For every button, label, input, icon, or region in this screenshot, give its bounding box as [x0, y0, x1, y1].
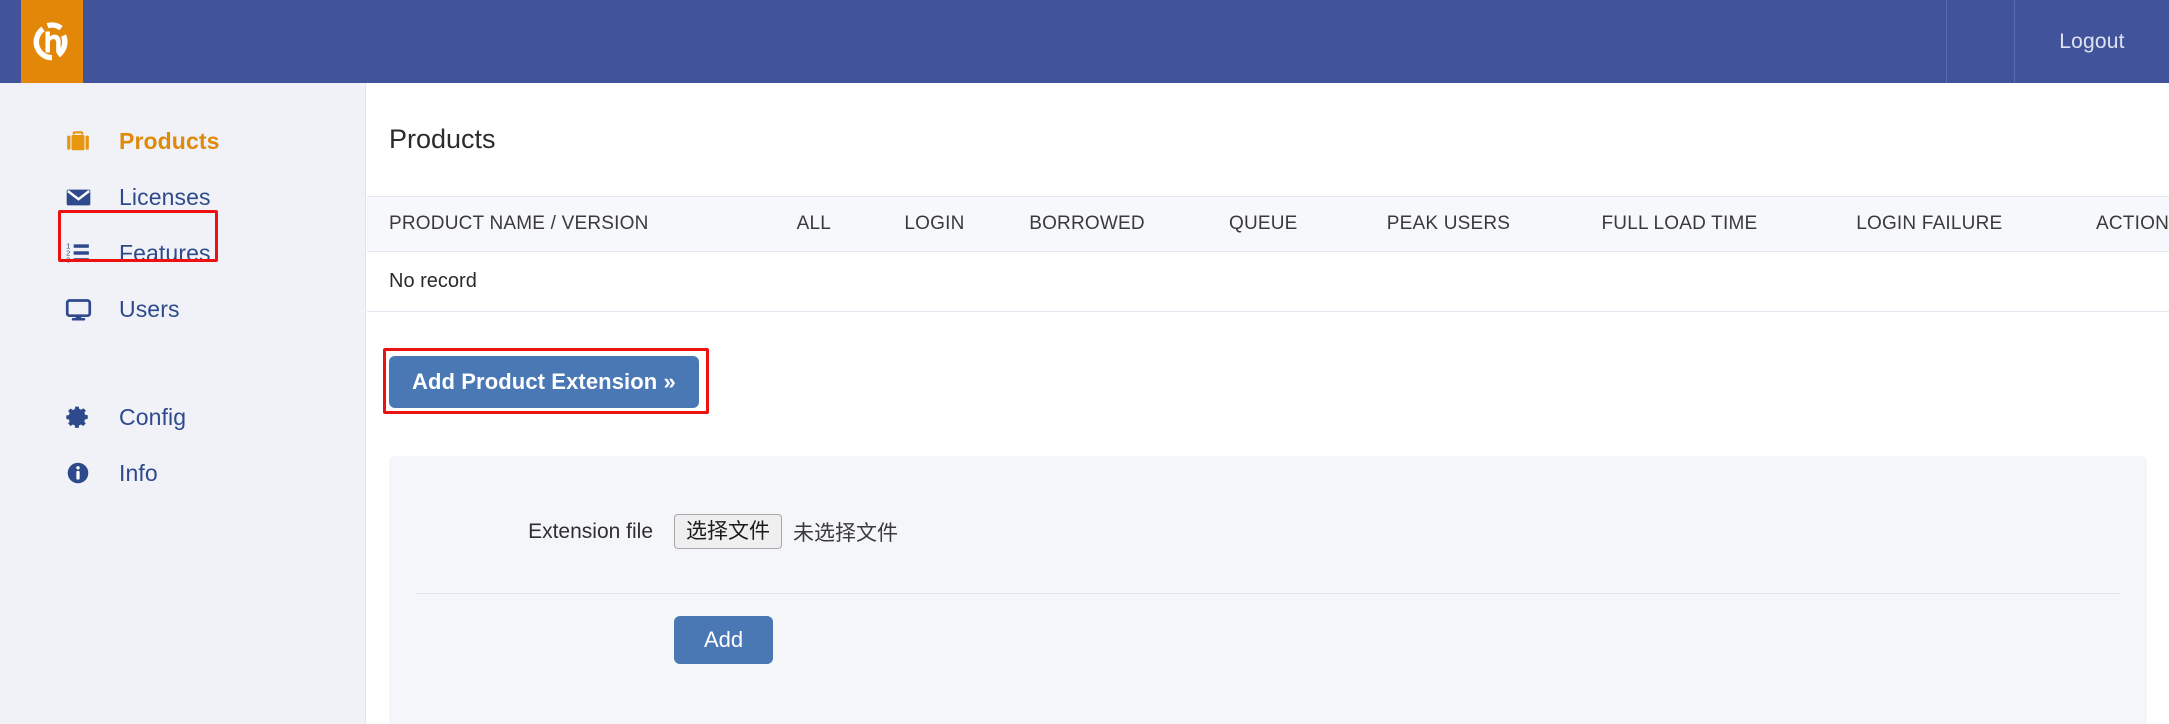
column-header-product-name[interactable]: PRODUCT NAME / VERSION: [367, 196, 797, 252]
panel-actions: Add: [389, 594, 2147, 665]
sidebar-item-label: Users: [119, 295, 180, 322]
svg-text:3: 3: [66, 256, 70, 265]
info-circle-icon: [63, 458, 93, 488]
top-bar-spacer-2: [1947, 0, 2014, 83]
sidebar-item-config[interactable]: Config: [0, 389, 365, 445]
products-table-body: No record: [367, 251, 2169, 312]
column-header-login[interactable]: LOGIN: [904, 196, 1030, 252]
logout-button[interactable]: Logout: [2015, 0, 2169, 83]
application-window: Logout Products Licenses 1 2 3 Features …: [0, 0, 2169, 724]
brand-logo-icon: [33, 21, 68, 60]
sidebar-item-licenses[interactable]: Licenses: [0, 169, 365, 225]
extension-upload-panel: Extension file 选择文件 未选择文件 Add: [389, 456, 2147, 724]
main-content: Products PRODUCT NAME / VERSION ALL LOGI…: [367, 83, 2169, 724]
sidebar-item-label: Features: [119, 239, 211, 266]
no-record-message: No record: [367, 251, 2169, 312]
sidebar-item-info[interactable]: Info: [0, 445, 365, 501]
extension-file-label: Extension file: [528, 519, 653, 543]
sidebar-item-label: Licenses: [119, 183, 211, 210]
choose-file-button[interactable]: 选择文件: [674, 514, 782, 550]
gear-icon: [63, 402, 93, 432]
products-table: PRODUCT NAME / VERSION ALL LOGIN BORROWE…: [367, 196, 2169, 312]
page-title: Products: [389, 124, 496, 154]
add-product-extension-button[interactable]: Add Product Extension »: [389, 356, 699, 408]
products-table-head: PRODUCT NAME / VERSION ALL LOGIN BORROWE…: [367, 196, 2169, 252]
sidebar-item-label: Config: [119, 403, 187, 430]
column-header-action[interactable]: ACTION: [2096, 196, 2169, 252]
column-header-all[interactable]: ALL: [796, 196, 905, 252]
numbered-list-icon: 1 2 3: [63, 238, 93, 268]
briefcase-icon: [63, 126, 93, 156]
sidebar-item-label: Info: [119, 459, 158, 486]
column-header-login-failure[interactable]: LOGIN FAILURE: [1856, 196, 2097, 252]
sidebar-item-features[interactable]: 1 2 3 Features: [0, 225, 365, 281]
top-bar-spacer: [83, 0, 1946, 83]
column-header-borrowed[interactable]: BORROWED: [1029, 196, 1229, 252]
sidebar-item-products[interactable]: Products: [0, 113, 365, 169]
add-button[interactable]: Add: [674, 616, 774, 665]
sidebar-item-users[interactable]: Users: [0, 281, 365, 337]
add-extension-zone: Add Product Extension »: [367, 348, 2169, 414]
top-bar: Logout: [0, 0, 2169, 83]
sidebar: Products Licenses 1 2 3 Features Users C…: [0, 83, 366, 724]
logout-label: Logout: [2059, 29, 2125, 53]
products-table-container: PRODUCT NAME / VERSION ALL LOGIN BORROWE…: [367, 196, 2169, 312]
table-row: No record: [367, 251, 2169, 312]
envelope-icon: [63, 182, 93, 212]
extension-file-row: Extension file 选择文件 未选择文件: [389, 514, 2147, 550]
products-table-header-row: PRODUCT NAME / VERSION ALL LOGIN BORROWE…: [367, 196, 2169, 252]
sidebar-group-divider: [0, 337, 365, 389]
monitor-icon: [63, 294, 93, 324]
column-header-peak-users[interactable]: PEAK USERS: [1386, 196, 1602, 252]
file-input-control[interactable]: 选择文件 未选择文件: [674, 514, 898, 550]
sidebar-item-label: Products: [119, 127, 220, 154]
column-header-full-load-time[interactable]: FULL LOAD TIME: [1601, 196, 1857, 252]
file-status-text: 未选择文件: [793, 521, 898, 545]
column-header-queue[interactable]: QUEUE: [1228, 196, 1387, 252]
brand-logo[interactable]: [21, 0, 83, 83]
